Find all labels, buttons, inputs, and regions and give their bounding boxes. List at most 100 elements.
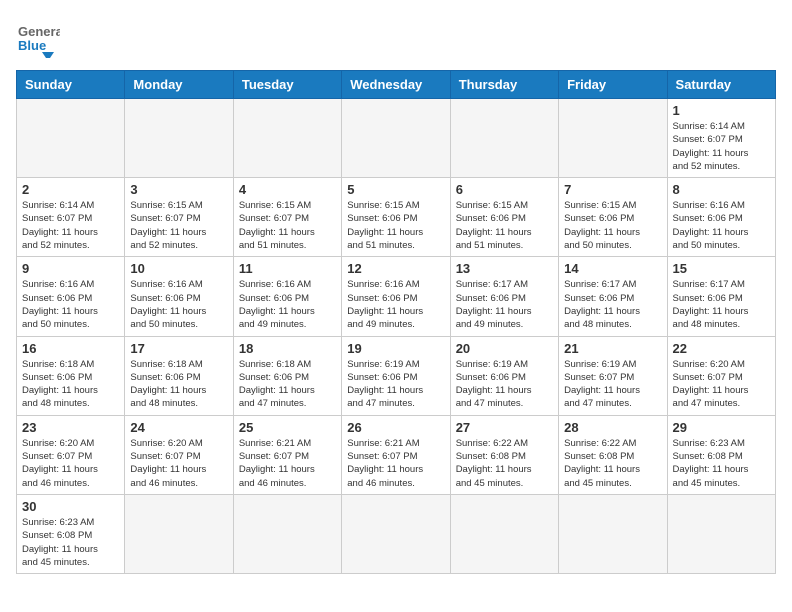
calendar-cell: 25 Sunrise: 6:21 AM Sunset: 6:07 PM Dayli… [233,415,341,494]
calendar-cell: 20 Sunrise: 6:19 AM Sunset: 6:06 PM Dayli… [450,336,558,415]
calendar-cell [559,99,667,178]
calendar-week-row: 23 Sunrise: 6:20 AM Sunset: 6:07 PM Dayli… [17,415,776,494]
calendar-cell [559,494,667,573]
day-info: Sunrise: 6:22 AM Sunset: 6:08 PM Dayligh… [456,437,553,490]
calendar-cell: 19 Sunrise: 6:19 AM Sunset: 6:06 PM Dayli… [342,336,450,415]
day-header-saturday: Saturday [667,71,775,99]
day-info: Sunrise: 6:19 AM Sunset: 6:06 PM Dayligh… [456,358,553,411]
day-number: 18 [239,341,336,356]
day-number: 30 [22,499,119,514]
calendar-cell: 24Sunrise: 6:20 AM Sunset: 6:07 PM Dayli… [125,415,233,494]
day-info: Sunrise: 6:15 AM Sunset: 6:06 PM Dayligh… [456,199,553,252]
day-number: 20 [456,341,553,356]
day-number: 14 [564,261,661,276]
day-info: Sunrise: 6:17 AM Sunset: 6:06 PM Dayligh… [564,278,661,331]
calendar-cell: 12 Sunrise: 6:16 AM Sunset: 6:06 PM Dayli… [342,257,450,336]
calendar-cell: 5Sunrise: 6:15 AM Sunset: 6:06 PM Daylig… [342,178,450,257]
calendar-cell: 3 Sunrise: 6:15 AM Sunset: 6:07 PM Daylig… [125,178,233,257]
day-info: Sunrise: 6:20 AM Sunset: 6:07 PM Dayligh… [673,358,770,411]
calendar-cell: 15 Sunrise: 6:17 AM Sunset: 6:06 PM Dayli… [667,257,775,336]
day-info: Sunrise: 6:17 AM Sunset: 6:06 PM Dayligh… [456,278,553,331]
calendar-header-row: SundayMondayTuesdayWednesdayThursdayFrid… [17,71,776,99]
calendar-week-row: 1 Sunrise: 6:14 AM Sunset: 6:07 PM Daylig… [17,99,776,178]
day-number: 17 [130,341,227,356]
day-info: Sunrise: 6:21 AM Sunset: 6:07 PM Dayligh… [347,437,444,490]
logo-icon: General Blue [16,16,60,60]
day-number: 25 [239,420,336,435]
day-info: Sunrise: 6:20 AM Sunset: 6:07 PM Dayligh… [22,437,119,490]
day-number: 19 [347,341,444,356]
day-number: 15 [673,261,770,276]
day-number: 2 [22,182,119,197]
day-info: Sunrise: 6:21 AM Sunset: 6:07 PM Dayligh… [239,437,336,490]
day-info: Sunrise: 6:23 AM Sunset: 6:08 PM Dayligh… [673,437,770,490]
day-info: Sunrise: 6:18 AM Sunset: 6:06 PM Dayligh… [22,358,119,411]
calendar-cell: 28Sunrise: 6:22 AM Sunset: 6:08 PM Dayli… [559,415,667,494]
day-number: 28 [564,420,661,435]
svg-text:General: General [18,24,60,39]
calendar-cell: 17 Sunrise: 6:18 AM Sunset: 6:06 PM Dayli… [125,336,233,415]
day-number: 3 [130,182,227,197]
calendar-cell: 11 Sunrise: 6:16 AM Sunset: 6:06 PM Dayli… [233,257,341,336]
calendar-cell: 13 Sunrise: 6:17 AM Sunset: 6:06 PM Dayli… [450,257,558,336]
header: General Blue [16,16,776,60]
day-number: 29 [673,420,770,435]
calendar-cell [17,99,125,178]
logo: General Blue [16,16,60,60]
calendar-cell: 23 Sunrise: 6:20 AM Sunset: 6:07 PM Dayli… [17,415,125,494]
day-info: Sunrise: 6:15 AM Sunset: 6:06 PM Dayligh… [564,199,661,252]
day-info: Sunrise: 6:16 AM Sunset: 6:06 PM Dayligh… [347,278,444,331]
day-info: Sunrise: 6:15 AM Sunset: 6:07 PM Dayligh… [130,199,227,252]
day-number: 22 [673,341,770,356]
calendar-week-row: 16Sunrise: 6:18 AM Sunset: 6:06 PM Dayli… [17,336,776,415]
calendar-cell [342,494,450,573]
day-number: 23 [22,420,119,435]
day-info: Sunrise: 6:18 AM Sunset: 6:06 PM Dayligh… [130,358,227,411]
calendar-cell [342,99,450,178]
day-number: 7 [564,182,661,197]
calendar-cell: 22 Sunrise: 6:20 AM Sunset: 6:07 PM Dayli… [667,336,775,415]
day-info: Sunrise: 6:18 AM Sunset: 6:06 PM Dayligh… [239,358,336,411]
day-info: Sunrise: 6:16 AM Sunset: 6:06 PM Dayligh… [673,199,770,252]
calendar-cell: 6 Sunrise: 6:15 AM Sunset: 6:06 PM Daylig… [450,178,558,257]
day-number: 10 [130,261,227,276]
day-info: Sunrise: 6:16 AM Sunset: 6:06 PM Dayligh… [22,278,119,331]
day-number: 13 [456,261,553,276]
calendar-table: SundayMondayTuesdayWednesdayThursdayFrid… [16,70,776,574]
day-number: 9 [22,261,119,276]
calendar-week-row: 30 Sunrise: 6:23 AM Sunset: 6:08 PM Dayli… [17,494,776,573]
day-number: 12 [347,261,444,276]
day-info: Sunrise: 6:16 AM Sunset: 6:06 PM Dayligh… [239,278,336,331]
calendar-cell [233,99,341,178]
calendar-cell [125,494,233,573]
day-header-sunday: Sunday [17,71,125,99]
day-number: 1 [673,103,770,118]
day-number: 4 [239,182,336,197]
calendar-cell: 1 Sunrise: 6:14 AM Sunset: 6:07 PM Daylig… [667,99,775,178]
calendar-cell: 29 Sunrise: 6:23 AM Sunset: 6:08 PM Dayli… [667,415,775,494]
day-number: 27 [456,420,553,435]
day-header-thursday: Thursday [450,71,558,99]
calendar-cell: 16Sunrise: 6:18 AM Sunset: 6:06 PM Dayli… [17,336,125,415]
calendar-cell: 30 Sunrise: 6:23 AM Sunset: 6:08 PM Dayli… [17,494,125,573]
day-header-tuesday: Tuesday [233,71,341,99]
day-info: Sunrise: 6:19 AM Sunset: 6:06 PM Dayligh… [347,358,444,411]
calendar-week-row: 9 Sunrise: 6:16 AM Sunset: 6:06 PM Daylig… [17,257,776,336]
calendar-cell [233,494,341,573]
calendar-cell: 26 Sunrise: 6:21 AM Sunset: 6:07 PM Dayli… [342,415,450,494]
day-info: Sunrise: 6:14 AM Sunset: 6:07 PM Dayligh… [673,120,770,173]
calendar-cell: 4 Sunrise: 6:15 AM Sunset: 6:07 PM Daylig… [233,178,341,257]
day-number: 11 [239,261,336,276]
calendar-week-row: 2Sunrise: 6:14 AM Sunset: 6:07 PM Daylig… [17,178,776,257]
calendar-cell: 9 Sunrise: 6:16 AM Sunset: 6:06 PM Daylig… [17,257,125,336]
calendar-cell: 27 Sunrise: 6:22 AM Sunset: 6:08 PM Dayli… [450,415,558,494]
day-info: Sunrise: 6:15 AM Sunset: 6:07 PM Dayligh… [239,199,336,252]
calendar-cell: 14 Sunrise: 6:17 AM Sunset: 6:06 PM Dayli… [559,257,667,336]
day-number: 6 [456,182,553,197]
calendar-cell: 8Sunrise: 6:16 AM Sunset: 6:06 PM Daylig… [667,178,775,257]
day-info: Sunrise: 6:15 AM Sunset: 6:06 PM Dayligh… [347,199,444,252]
day-number: 26 [347,420,444,435]
day-info: Sunrise: 6:23 AM Sunset: 6:08 PM Dayligh… [22,516,119,569]
day-info: Sunrise: 6:17 AM Sunset: 6:06 PM Dayligh… [673,278,770,331]
calendar-cell [125,99,233,178]
